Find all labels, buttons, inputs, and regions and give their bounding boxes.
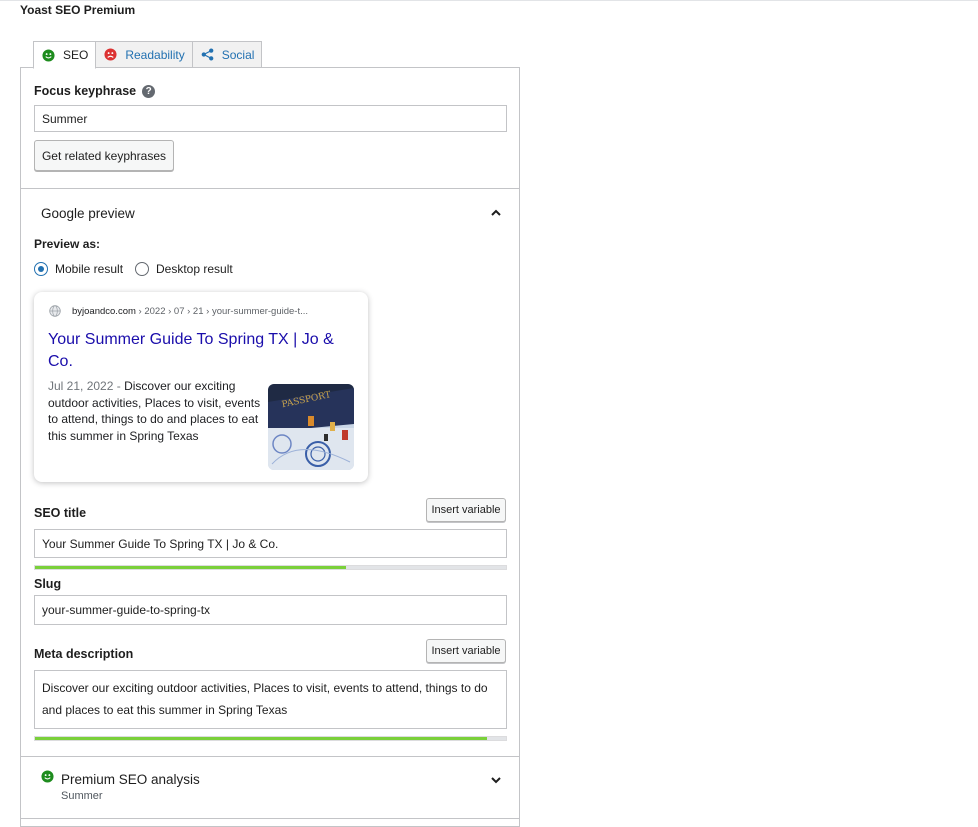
tab-social-label: Social	[221, 47, 255, 62]
radio-mobile-label: Mobile result	[55, 262, 124, 276]
tab-readability-label: Readability	[125, 47, 185, 62]
seo-panel: Focus keyphrase? Summer Get related keyp…	[20, 67, 520, 827]
share-icon	[201, 48, 214, 61]
focus-keyphrase-input[interactable]: Summer	[34, 105, 507, 132]
meta-description-progress-fill	[35, 737, 488, 740]
serp-url: byjoandco.com › 2022 › 07 › 21 › your-su…	[72, 306, 308, 317]
serp-separator: -	[113, 379, 125, 393]
divider	[21, 756, 519, 757]
serp-date: Jul 21, 2022	[48, 379, 114, 393]
serp-description: Jul 21, 2022 - Discover our exciting out…	[48, 378, 261, 444]
chevron-down-icon[interactable]	[490, 774, 502, 786]
tab-readability[interactable]: Readability	[95, 41, 193, 68]
meta-description-label: Meta description	[34, 647, 134, 661]
smiley-good-icon	[41, 770, 54, 783]
meta-description-progress	[34, 736, 507, 741]
seo-title-label: SEO title	[34, 506, 87, 520]
seo-title-progress-fill	[35, 566, 346, 569]
tab-social[interactable]: Social	[191, 41, 263, 68]
divider	[21, 818, 519, 819]
premium-seo-analysis-title[interactable]: Premium SEO analysis	[61, 772, 200, 787]
focus-keyphrase-label: Focus keyphrase?	[34, 84, 156, 98]
google-preview-card: byjoandco.com › 2022 › 07 › 21 › your-su…	[34, 292, 368, 482]
radio-mobile-circle[interactable]	[34, 262, 48, 276]
smiley-good-icon	[42, 48, 55, 62]
seo-title-progress	[34, 565, 507, 570]
radio-desktop-circle[interactable]	[135, 262, 149, 276]
plugin-title: Yoast SEO Premium	[20, 3, 136, 17]
smiley-bad-icon	[104, 48, 117, 61]
seo-title-input[interactable]: Your Summer Guide To Spring TX | Jo & Co…	[34, 529, 507, 558]
preview-as-label: Preview as:	[34, 237, 101, 251]
divider	[21, 188, 519, 189]
serp-title: Your Summer Guide To Spring TX | Jo & Co…	[48, 331, 334, 370]
slug-label: Slug	[34, 577, 62, 591]
meta-description-textarea[interactable]: Discover our exciting outdoor activities…	[34, 670, 507, 729]
insert-variable-button[interactable]: Insert variable	[426, 498, 506, 522]
premium-seo-analysis-keyphrase: Summer	[61, 790, 103, 802]
serp-path: › 2022 › 07 › 21 › your-summer-guide-t..…	[135, 306, 309, 317]
google-preview-title: Google preview	[41, 206, 135, 221]
get-related-keyphrases-button[interactable]: Get related keyphrases	[34, 140, 174, 171]
tab-seo[interactable]: SEO	[33, 41, 97, 69]
insert-variable-button[interactable]: Insert variable	[426, 639, 506, 663]
focus-keyphrase-label-text: Focus keyphrase	[34, 84, 137, 98]
serp-domain: byjoandco.com	[72, 306, 136, 317]
metabox-tabs: SEO Readability Social	[33, 41, 263, 69]
help-icon[interactable]: ?	[142, 85, 156, 98]
radio-mobile-result[interactable]: Mobile result	[34, 262, 123, 276]
tab-seo-label: SEO	[63, 48, 89, 62]
chevron-up-icon[interactable]	[490, 207, 502, 219]
top-border	[0, 0, 978, 1]
serp-thumbnail-image: PASSPORT	[268, 384, 354, 470]
radio-desktop-result[interactable]: Desktop result	[135, 262, 233, 276]
radio-desktop-label: Desktop result	[156, 262, 233, 276]
globe-icon	[49, 305, 61, 317]
slug-input[interactable]: your-summer-guide-to-spring-tx	[34, 595, 507, 625]
